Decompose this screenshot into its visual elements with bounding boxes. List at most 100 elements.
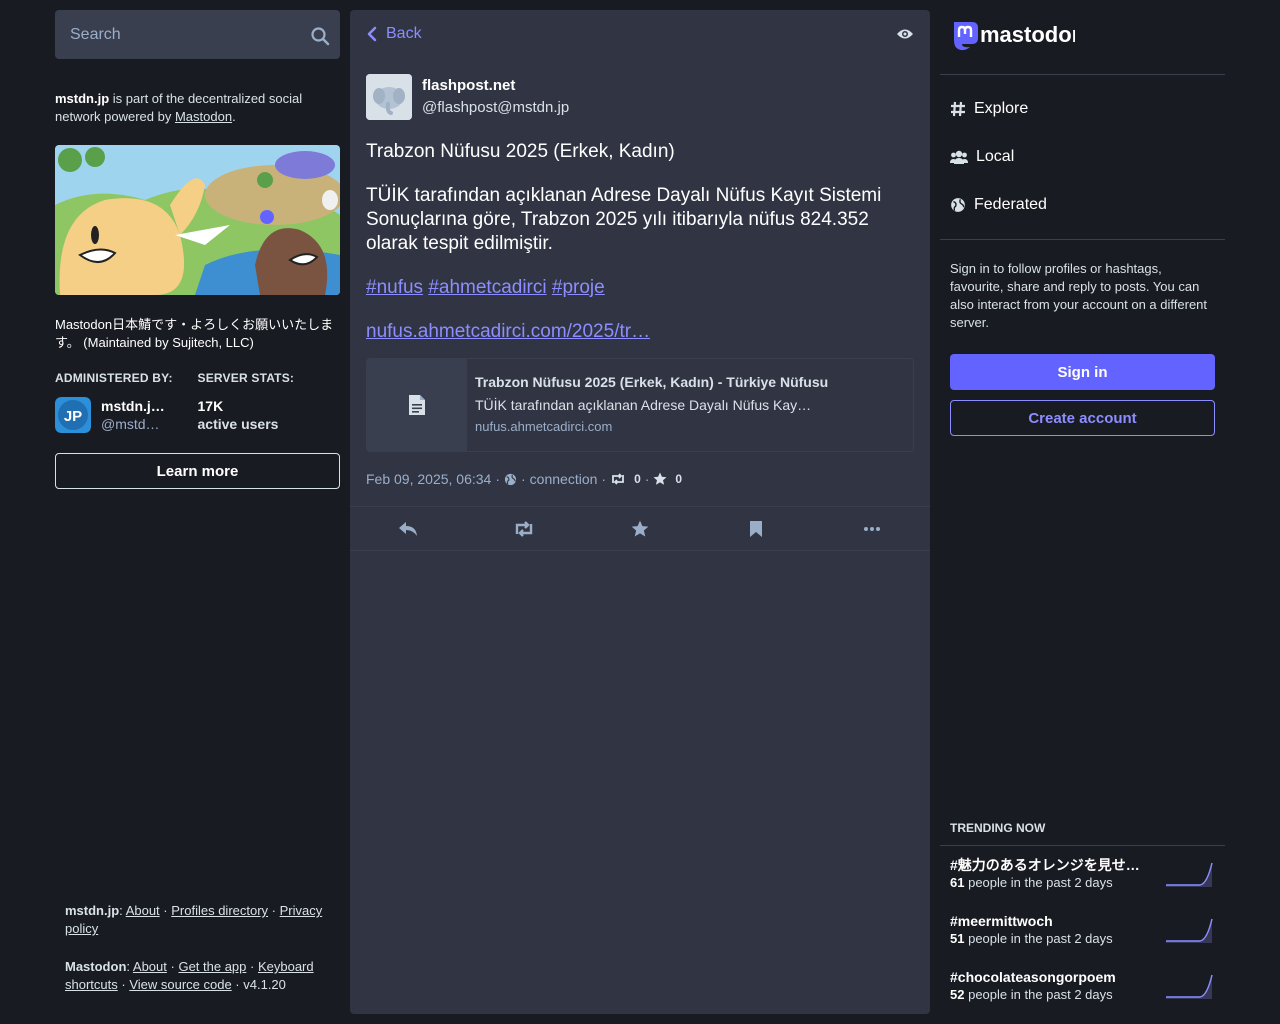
trend-hashtag: #meermittwoch	[950, 913, 1053, 929]
footer-about-link[interactable]: About	[126, 903, 160, 918]
mastodon-logo-link[interactable]: mastodon	[940, 10, 1225, 75]
hashtag-link[interactable]: #nufus	[366, 277, 423, 298]
hashtag-icon	[951, 101, 965, 117]
trend-count: 52	[950, 987, 965, 1002]
status-account[interactable]: flashpost.net @flashpost@mstdn.jp	[366, 74, 914, 120]
trend-item[interactable]: #chocolateasongorpoem 52 people in the p…	[940, 958, 1225, 1014]
card-title: Trabzon Nüfusu 2025 (Erkek, Kadın) - Tür…	[475, 374, 829, 390]
trending-panel: TRENDING NOW #魅力のあるオレンジを見せ… 61 people in…	[940, 821, 1225, 1014]
card-description: TÜİK tarafından açıklanan Adrese Dayalı …	[475, 397, 815, 413]
footer-mastodon-about-link[interactable]: About	[133, 959, 167, 974]
admin-account[interactable]: JP mstdn.j… @mstd…	[55, 397, 198, 433]
star-icon[interactable]	[653, 472, 667, 486]
nav-explore-label: Explore	[974, 100, 1029, 117]
left-column: mstdn.jp is part of the decentralized so…	[55, 10, 340, 1014]
footer-profiles-link[interactable]: Profiles directory	[171, 903, 268, 918]
users-icon	[950, 150, 968, 164]
favourite-button[interactable]	[620, 514, 660, 544]
status-meta: Feb 09, 2025, 06:34 · · connection · 0 ·…	[366, 468, 914, 490]
display-name: flashpost.net	[422, 77, 516, 94]
svg-text:JP: JP	[64, 408, 82, 425]
hashtag-link[interactable]: #ahmetcadirci	[428, 277, 546, 298]
nav-federated[interactable]: Federated	[940, 181, 1225, 229]
sign-in-button[interactable]: Sign in	[950, 354, 1215, 390]
retweet-icon[interactable]	[610, 473, 626, 485]
intro-period: .	[232, 109, 236, 124]
admin-acct: @mstd…	[101, 416, 160, 432]
trend-hashtag: #魅力のあるオレンジを見せ…	[950, 857, 1140, 873]
learn-more-button[interactable]: Learn more	[55, 453, 340, 489]
footer-get-app-link[interactable]: Get the app	[178, 959, 246, 974]
footer-source-link[interactable]: View source code	[129, 977, 231, 992]
reply-icon	[399, 521, 417, 536]
back-label: Back	[386, 25, 422, 42]
navigation-panel: mastodon Explore Local Federated Sign in…	[940, 10, 1225, 1014]
active-users-count: 17K	[197, 398, 224, 414]
search-icon[interactable]	[310, 26, 330, 46]
footer-mastodon-label: Mastodon	[65, 959, 127, 974]
retweet-icon	[515, 520, 533, 537]
preview-card[interactable]: Trabzon Nüfusu 2025 (Erkek, Kadın) - Tür…	[366, 358, 914, 452]
boost-button[interactable]	[504, 514, 544, 544]
trend-label: people in the past 2 days	[968, 987, 1113, 1002]
status-body: TÜİK tarafından açıklanan Adrese Dayalı …	[366, 185, 882, 254]
server-domain: mstdn.jp	[55, 91, 110, 106]
status-hashtags: #nufus #ahmetcadirci #proje	[366, 276, 914, 300]
trend-item[interactable]: #meermittwoch 51 people in the past 2 da…	[940, 902, 1225, 958]
meta-separator: ·	[521, 471, 526, 487]
server-hero-image	[55, 145, 340, 295]
account-handle: @flashpost@mstdn.jp	[422, 99, 570, 116]
trend-label: people in the past 2 days	[968, 931, 1113, 946]
star-icon	[631, 520, 649, 536]
ellipsis-icon	[864, 526, 880, 531]
trend-item[interactable]: #魅力のあるオレンジを見せ… 61 people in the past 2 d…	[940, 846, 1225, 902]
trend-sparkline	[1166, 918, 1213, 943]
status-application: connection	[529, 471, 598, 487]
search-input[interactable]	[55, 10, 340, 59]
bookmark-icon	[750, 520, 762, 537]
trend-count: 61	[950, 875, 965, 890]
account-avatar[interactable]	[366, 74, 412, 120]
chevron-left-icon	[367, 26, 377, 42]
stats-column: SERVER STATS: 17K active users	[198, 371, 341, 433]
back-button[interactable]: Back	[366, 25, 422, 43]
svg-text:mastodon: mastodon	[980, 22, 1075, 47]
card-thumbnail	[367, 359, 467, 451]
status-title: Trabzon Nüfusu 2025 (Erkek, Kadın)	[366, 141, 675, 162]
sign-in-prompt: Sign in to follow profiles or hashtags, …	[950, 261, 1208, 330]
mastodon-link[interactable]: Mastodon	[175, 109, 232, 124]
column-header: Back	[350, 10, 930, 58]
admin-avatar[interactable]: JP	[55, 397, 91, 433]
meta-separator: ·	[495, 471, 500, 487]
nav-explore[interactable]: Explore	[940, 85, 1225, 133]
nav-local[interactable]: Local	[940, 133, 1225, 181]
more-button[interactable]	[852, 514, 892, 544]
status-url-link[interactable]: nufus.ahmetcadirci.com/2025/tr…	[366, 321, 650, 342]
footer-version: v4.1.20	[243, 977, 286, 992]
document-icon	[409, 395, 425, 415]
hashtag-link[interactable]: #proje	[552, 277, 605, 298]
admin-column: ADMINISTERED BY: JP mstdn.j… @mstd…	[55, 371, 198, 433]
detailed-status: flashpost.net @flashpost@mstdn.jp Trabzo…	[350, 58, 930, 551]
reply-button[interactable]	[388, 514, 428, 544]
nav-links: Explore Local Federated	[940, 75, 1225, 240]
reblog-count: 0	[634, 472, 641, 486]
bookmark-button[interactable]	[736, 514, 776, 544]
eye-icon[interactable]	[896, 28, 914, 40]
create-account-button[interactable]: Create account	[950, 400, 1215, 436]
main-column: Back flashpost.net @flashpost@mstdn.jp T…	[350, 10, 930, 1014]
favourite-count: 0	[675, 472, 683, 486]
mastodon-logo: mastodon	[954, 22, 1085, 51]
active-users-label: active users	[197, 416, 279, 432]
trend-hashtag: #chocolateasongorpoem	[950, 969, 1116, 985]
server-description: Mastodon日本鯖です・よろしくお願いいたします。 (Maintained …	[55, 317, 334, 350]
search-box	[55, 10, 340, 59]
meta-separator: ·	[601, 471, 607, 487]
nav-federated-label: Federated	[974, 196, 1047, 213]
link-footer: mstdn.jp: About · Profiles directory · P…	[65, 903, 323, 992]
admin-name: mstdn.j…	[101, 398, 165, 414]
status-action-bar	[350, 506, 930, 551]
trend-label: people in the past 2 days	[968, 875, 1113, 890]
nav-local-label: Local	[976, 148, 1015, 165]
status-date-link[interactable]: Feb 09, 2025, 06:34	[366, 471, 491, 487]
